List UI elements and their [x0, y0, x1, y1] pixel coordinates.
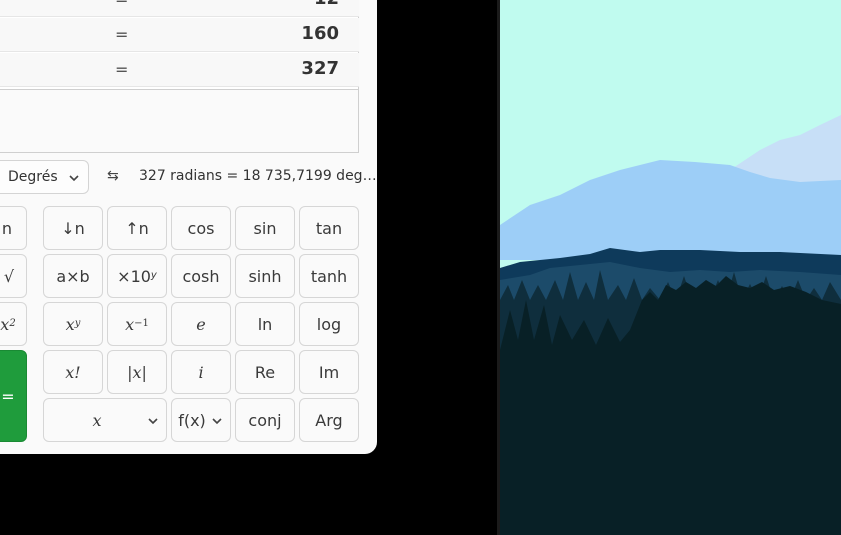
key-label: cos: [187, 218, 215, 238]
key-label: tanh: [310, 266, 348, 286]
key-tan[interactable]: tan: [299, 206, 359, 250]
key-multiply-ab[interactable]: a×b: [43, 254, 103, 298]
key-real-part[interactable]: Re: [235, 350, 295, 394]
chevron-down-icon: [148, 418, 158, 425]
history-list: = 12 = 160 = 327: [0, 0, 359, 90]
key-label: √: [3, 266, 15, 286]
chevron-down-icon: [69, 175, 79, 182]
key-label: x: [65, 314, 75, 334]
swap-icon[interactable]: ⇆: [107, 168, 119, 184]
key-label: Im: [318, 362, 340, 382]
key-n[interactable]: n: [0, 206, 27, 250]
key-label: ↑n: [125, 218, 149, 238]
key-label: |x|: [127, 362, 147, 382]
chevron-down-icon: [212, 418, 222, 425]
key-label: Arg: [315, 410, 343, 430]
equals-button[interactable]: =: [0, 350, 27, 442]
key-sin[interactable]: sin: [235, 206, 295, 250]
history-row[interactable]: = 327: [0, 53, 359, 87]
status-bar: Degrés ⇆ 327 radians = 18 735,7199 deg…: [0, 160, 377, 194]
key-label: ln: [257, 314, 273, 334]
key-inverse[interactable]: x −1: [107, 302, 167, 346]
key-power[interactable]: xy: [43, 302, 103, 346]
key-absolute[interactable]: |x|: [107, 350, 167, 394]
key-shift-down[interactable]: ↓n: [43, 206, 103, 250]
key-label: sinh: [248, 266, 282, 286]
angle-unit-select[interactable]: Degrés: [0, 160, 89, 194]
key-ln[interactable]: ln: [235, 302, 295, 346]
key-label: i: [198, 362, 204, 382]
key-exponent-10[interactable]: ×10 y: [107, 254, 167, 298]
key-root[interactable]: √: [0, 254, 27, 298]
history-value: 160: [301, 23, 339, 44]
key-label: ×10: [117, 266, 151, 286]
key-label: n: [1, 218, 13, 238]
variable-select[interactable]: x: [43, 398, 167, 442]
key-argument[interactable]: Arg: [299, 398, 359, 442]
key-label: Re: [254, 362, 276, 382]
key-cos[interactable]: cos: [171, 206, 231, 250]
desktop-wallpaper: [497, 0, 841, 535]
key-label: conj: [248, 410, 282, 430]
mountain-landscape-image: [500, 0, 841, 535]
key-sinh[interactable]: sinh: [235, 254, 295, 298]
history-row[interactable]: = 160: [0, 18, 359, 52]
key-label: x: [125, 314, 135, 334]
key-label: ↓n: [61, 218, 85, 238]
key-label: x!: [65, 362, 81, 382]
key-square[interactable]: x2: [0, 302, 27, 346]
key-imaginary[interactable]: i: [171, 350, 231, 394]
conversion-result: 327 radians = 18 735,7199 deg…: [139, 168, 377, 184]
key-euler[interactable]: e: [171, 302, 231, 346]
key-label: e: [196, 314, 206, 334]
history-equals: =: [115, 60, 129, 79]
key-log[interactable]: log: [299, 302, 359, 346]
key-shift-up[interactable]: ↑n: [107, 206, 167, 250]
history-equals: =: [115, 0, 128, 9]
calculator-window: = 12 = 160 = 327 Degrés ⇆ 327 radians = …: [0, 0, 377, 454]
key-label: tan: [315, 218, 343, 238]
key-label: a×b: [56, 266, 90, 286]
key-tanh[interactable]: tanh: [299, 254, 359, 298]
key-label: x: [92, 410, 102, 430]
key-conjugate[interactable]: conj: [235, 398, 295, 442]
key-label: log: [316, 314, 342, 334]
key-label: sin: [253, 218, 277, 238]
key-label: =: [1, 386, 15, 406]
history-equals: =: [115, 25, 129, 44]
key-cosh[interactable]: cosh: [171, 254, 231, 298]
key-imaginary-part[interactable]: Im: [299, 350, 359, 394]
expression-input[interactable]: [0, 90, 359, 153]
key-label: cosh: [182, 266, 220, 286]
history-value: 12: [314, 0, 339, 9]
angle-unit-label: Degrés: [8, 169, 58, 185]
key-factorial[interactable]: x!: [43, 350, 103, 394]
function-select[interactable]: f(x): [171, 398, 231, 442]
key-label: x: [0, 314, 10, 334]
history-row[interactable]: = 12: [0, 0, 359, 17]
history-value: 327: [301, 58, 339, 79]
